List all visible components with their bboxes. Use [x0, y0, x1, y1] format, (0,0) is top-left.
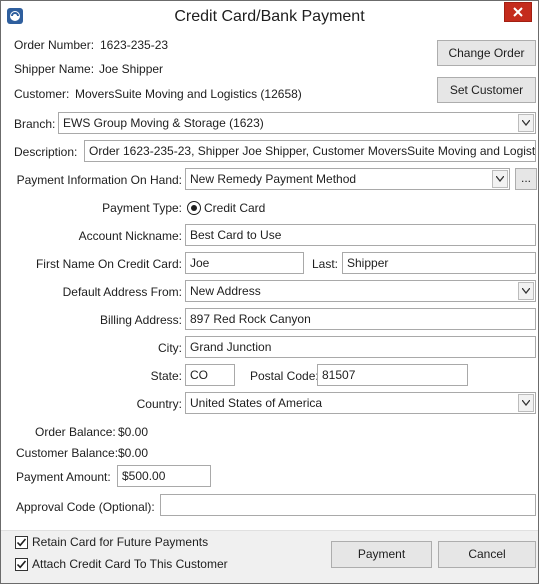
change-order-button[interactable]: Change Order [437, 40, 536, 66]
first-name-label: First Name On Credit Card: [35, 257, 182, 271]
default-address-select[interactable]: New Address [185, 280, 536, 302]
order-balance-value: $0.00 [118, 425, 149, 439]
payment-button[interactable]: Payment [331, 541, 432, 568]
customer-balance-value: $0.00 [118, 446, 149, 460]
payment-info-label: Payment Information On Hand: [16, 173, 182, 187]
default-address-label: Default Address From: [62, 285, 182, 299]
postal-code-field[interactable]: 81507 [317, 364, 468, 386]
description-field[interactable]: Order 1623-235-23, Shipper Joe Shipper, … [84, 140, 536, 162]
payment-amount-label: Payment Amount: [16, 470, 111, 484]
branch-select[interactable]: EWS Group Moving & Storage (1623) [58, 112, 536, 134]
shipper-name-label: Shipper Name: [14, 62, 95, 76]
approval-code-field[interactable] [160, 494, 536, 516]
dialog-content: Order Number: 1623-235-23 Shipper Name: … [1, 32, 538, 530]
description-label: Description: [14, 145, 78, 159]
chevron-down-icon[interactable] [518, 394, 534, 412]
radio-selected-dot [191, 205, 197, 211]
customer-balance-label: Customer Balance: [16, 446, 119, 460]
account-nickname-field[interactable]: Best Card to Use [185, 224, 536, 246]
order-balance-label: Order Balance: [35, 425, 116, 439]
postal-code-label: Postal Code: [250, 369, 319, 383]
close-icon [513, 7, 523, 17]
payment-amount-field[interactable]: $500.00 [117, 465, 211, 487]
payment-info-value: New Remedy Payment Method [190, 172, 357, 186]
state-field[interactable]: CO [185, 364, 235, 386]
attach-card-label[interactable]: Attach Credit Card To This Customer [32, 557, 228, 572]
chevron-down-icon[interactable] [492, 170, 508, 188]
shipper-name-value: Joe Shipper [99, 62, 164, 76]
customer-label: Customer: [14, 87, 70, 101]
cancel-button[interactable]: Cancel [438, 541, 536, 568]
credit-card-radio-label[interactable]: Credit Card [204, 201, 265, 216]
payment-dialog: Credit Card/Bank Payment Order Number: 1… [0, 0, 539, 584]
billing-address-field[interactable]: 897 Red Rock Canyon [185, 308, 536, 330]
set-customer-button[interactable]: Set Customer [437, 77, 536, 103]
credit-card-radio[interactable] [187, 201, 201, 215]
billing-address-label: Billing Address: [99, 313, 182, 327]
retain-card-label[interactable]: Retain Card for Future Payments [32, 535, 208, 550]
order-number-label: Order Number: [14, 38, 95, 52]
country-value: United States of America [190, 396, 323, 410]
state-label: State: [150, 369, 182, 383]
payment-info-select[interactable]: New Remedy Payment Method [185, 168, 510, 190]
payment-type-label: Payment Type: [102, 201, 182, 215]
window-title: Credit Card/Bank Payment [174, 8, 365, 25]
country-label: Country: [136, 397, 182, 411]
dialog-footer: Retain Card for Future Payments Attach C… [1, 530, 538, 583]
default-address-value: New Address [190, 284, 261, 298]
title-bar: Credit Card/Bank Payment [1, 1, 538, 32]
checkmark-icon [16, 538, 27, 547]
browse-payment-button[interactable]: ... [515, 168, 537, 190]
account-nickname-label: Account Nickname: [78, 229, 182, 243]
city-field[interactable]: Grand Junction [185, 336, 536, 358]
retain-card-checkbox[interactable] [15, 536, 28, 549]
branch-select-value: EWS Group Moving & Storage (1623) [63, 116, 264, 130]
chevron-down-icon[interactable] [518, 282, 534, 300]
close-button[interactable] [504, 2, 532, 22]
country-select[interactable]: United States of America [185, 392, 536, 414]
customer-value: MoversSuite Moving and Logistics (12658) [75, 87, 302, 101]
approval-code-label: Approval Code (Optional): [16, 500, 155, 514]
checkmark-icon [16, 560, 27, 569]
first-name-field[interactable]: Joe [185, 252, 304, 274]
city-label: City: [158, 341, 182, 355]
attach-card-checkbox[interactable] [15, 558, 28, 571]
order-number-value: 1623-235-23 [100, 38, 169, 52]
branch-label: Branch: [14, 117, 56, 131]
last-name-field[interactable]: Shipper [342, 252, 536, 274]
last-name-label: Last: [312, 257, 339, 271]
chevron-down-icon[interactable] [518, 114, 534, 132]
